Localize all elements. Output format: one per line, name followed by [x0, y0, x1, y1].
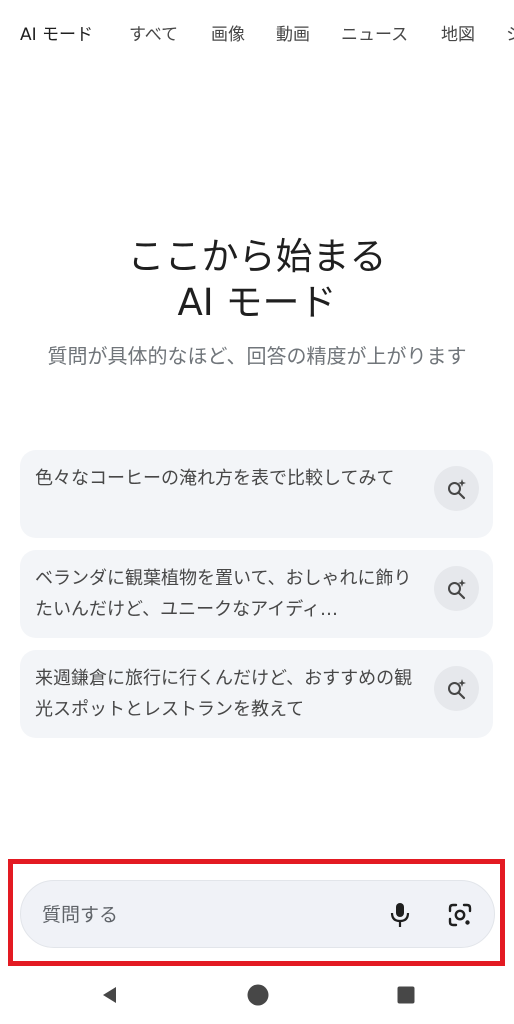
suggestion-text: ベランダに観葉植物を置いて、おしゃれに飾りたいんだけど、ユニークなアイディ…	[35, 568, 412, 620]
tab-news[interactable]: ニュース	[341, 24, 408, 46]
back-triangle-icon[interactable]	[97, 982, 123, 1008]
tab-images[interactable]: 画像	[211, 24, 245, 46]
search-input[interactable]	[40, 897, 374, 933]
tab-ai-mode[interactable]: AI モード	[20, 24, 93, 46]
hero-title: ここから始まる AI モード	[0, 234, 514, 326]
tab-shopping[interactable]: シ	[506, 24, 514, 46]
search-sparkle-icon[interactable]	[434, 466, 479, 511]
tab-all[interactable]: すべて	[129, 24, 178, 46]
suggestion-text: 来週鎌倉に旅行に行くんだけど、おすすめの観光スポットとレストランを教えて	[35, 668, 413, 720]
suggestion-card[interactable]: 来週鎌倉に旅行に行くんだけど、おすすめの観光スポットとレストランを教えて	[20, 650, 493, 738]
suggestion-card[interactable]: ベランダに観葉植物を置いて、おしゃれに飾りたいんだけど、ユニークなアイディ…	[20, 550, 493, 638]
hero-title-line1: ここから始まる	[127, 235, 387, 278]
hero-title-line2: AI モード	[177, 281, 337, 324]
camera-lens-icon[interactable]	[443, 898, 477, 932]
search-tabs: AI モード すべて 画像 動画 ニュース 地図 シ	[0, 0, 514, 70]
suggestion-card[interactable]: 色々なコーヒーの淹れ方を表で比較してみて	[20, 450, 493, 538]
system-nav-bar	[0, 966, 514, 1024]
hero-subtitle: 質問が具体的なほど、回答の精度が上がります	[47, 344, 467, 368]
search-sparkle-icon[interactable]	[434, 566, 479, 611]
home-circle-icon[interactable]	[245, 982, 271, 1008]
mic-icon[interactable]	[383, 898, 417, 932]
suggestion-text: 色々なコーヒーの淹れ方を表で比較してみて	[35, 468, 395, 489]
search-box[interactable]	[20, 880, 495, 948]
tab-maps[interactable]: 地図	[441, 24, 475, 46]
search-sparkle-icon[interactable]	[434, 666, 479, 711]
recents-square-icon[interactable]	[393, 982, 419, 1008]
tab-videos[interactable]: 動画	[276, 24, 310, 46]
